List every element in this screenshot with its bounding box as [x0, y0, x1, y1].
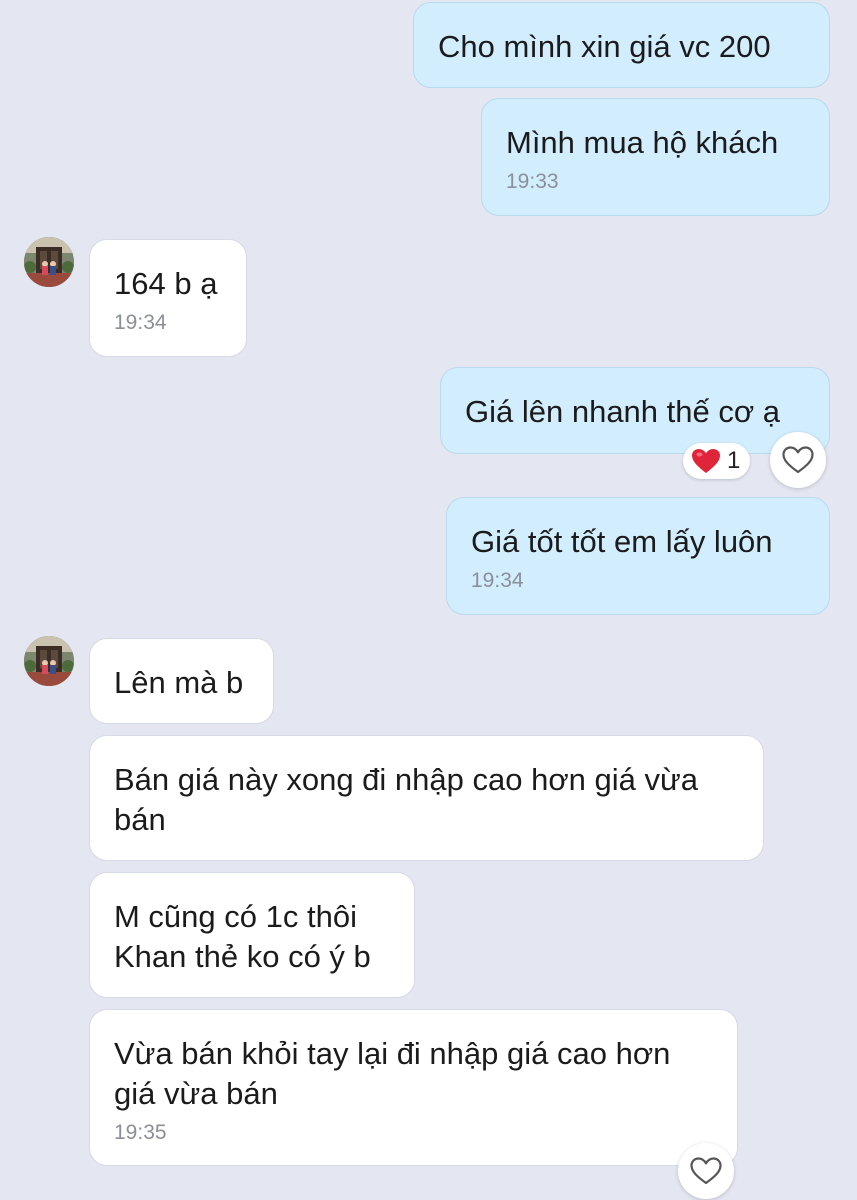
react-button[interactable] [770, 432, 826, 488]
message-text-line: bán [114, 802, 166, 837]
message-text: Giá lên nhanh thế cơ ạ [465, 394, 781, 429]
message-text-line: M cũng có 1c thôi [114, 899, 357, 934]
reaction-count: 1 [727, 447, 741, 474]
contact-avatar[interactable] [24, 636, 74, 686]
message-timestamp: 19:33 [506, 170, 559, 193]
message-bubble-incoming[interactable]: Vừa bán khỏi tay lại đi nhập giá cao hơn… [89, 1009, 738, 1166]
avatar-photo [24, 636, 74, 686]
message-bubble-outgoing[interactable]: Giá lên nhanh thế cơ ạ [440, 367, 830, 454]
message-bubble-incoming[interactable]: 164 b ạ 19:34 [89, 239, 247, 357]
message-bubble-incoming[interactable]: Bán giá này xong đi nhập cao hơn giá vừa… [89, 735, 764, 861]
message-bubble-incoming[interactable]: Lên mà b [89, 638, 274, 724]
message-text-line: Khan thẻ ko có ý b [114, 939, 371, 974]
message-timestamp: 19:34 [114, 311, 167, 334]
heart-outline-icon [782, 446, 814, 474]
heart-icon [692, 449, 720, 473]
message-timestamp: 19:35 [114, 1121, 167, 1144]
message-text: Mình mua hộ khách [506, 125, 779, 160]
message-bubble-outgoing[interactable]: Giá tốt tốt em lấy luôn 19:34 [446, 497, 830, 615]
message-bubble-outgoing[interactable]: Mình mua hộ khách 19:33 [481, 98, 830, 216]
contact-avatar[interactable] [24, 237, 74, 287]
reaction-summary[interactable]: 1 [683, 443, 751, 479]
message-timestamp: 19:34 [471, 569, 524, 592]
message-bubble-outgoing[interactable]: Cho mình xin giá vc 200 [413, 2, 830, 88]
message-text: Cho mình xin giá vc 200 [438, 29, 771, 64]
message-text: Lên mà b [114, 665, 244, 700]
message-bubble-incoming[interactable]: M cũng có 1c thôi Khan thẻ ko có ý b [89, 872, 415, 998]
react-button[interactable] [678, 1143, 734, 1199]
message-text-line: Vừa bán khỏi tay lại đi nhập giá cao hơn [114, 1036, 671, 1071]
avatar-photo [24, 237, 74, 287]
message-text-line: giá vừa bán [114, 1076, 278, 1111]
message-text-line: Bán giá này xong đi nhập cao hơn giá vừa [114, 762, 698, 797]
message-text: Giá tốt tốt em lấy luôn [471, 524, 773, 559]
message-text: 164 b ạ [114, 266, 218, 301]
heart-outline-icon [690, 1157, 722, 1185]
